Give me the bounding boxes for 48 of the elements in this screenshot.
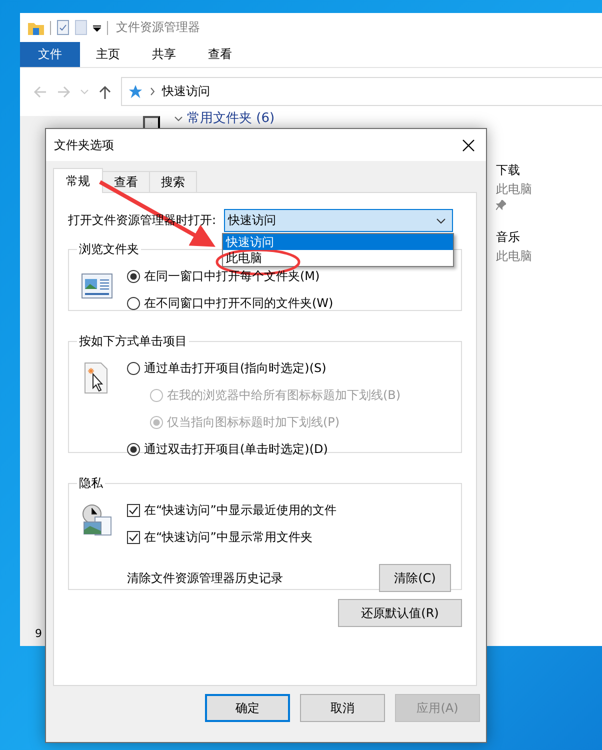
checkbox-icon[interactable]	[127, 531, 140, 544]
address-bar[interactable]: 快速访问	[121, 77, 602, 106]
radio-icon[interactable]	[127, 270, 140, 283]
tab[interactable]: 搜索	[149, 171, 197, 192]
checkbox-icon[interactable]	[127, 504, 140, 517]
ribbon-tab[interactable]: 共享	[136, 42, 192, 67]
chevron-down-icon[interactable]	[436, 218, 446, 224]
ribbon-tab[interactable]: 文件	[20, 42, 80, 67]
dialog-title: 文件夹选项	[54, 136, 114, 154]
dropdown-option[interactable]: 此电脑	[223, 250, 453, 266]
apply-button: 应用(A)	[395, 694, 480, 722]
clock-document-icon	[81, 504, 113, 536]
chevron-right-icon	[149, 87, 156, 96]
checked-document-icon[interactable]	[57, 20, 69, 35]
ribbon-tab[interactable]: 主页	[80, 42, 136, 67]
radio-option[interactable]: 通过双击打开项目(单击时选定)(D)	[127, 441, 451, 458]
radio-icon[interactable]	[127, 362, 140, 375]
radio-icon[interactable]	[127, 443, 140, 456]
dropdown-option[interactable]: 快速访问	[223, 234, 453, 250]
dialog-button[interactable]: 取消	[300, 694, 385, 722]
radio-icon[interactable]	[127, 297, 140, 310]
clear-button[interactable]: 清除(C)	[379, 564, 451, 592]
radio-option[interactable]: 在不同窗口中打开不同的文件夹(W)	[127, 295, 451, 312]
group-title: 隐私	[78, 475, 104, 492]
window-title: 文件资源管理器	[116, 19, 200, 36]
dropdown-icon[interactable]	[93, 24, 101, 32]
up-arrow-icon[interactable]	[97, 84, 113, 100]
restore-defaults-button[interactable]: 还原默认值(R)	[338, 599, 462, 627]
folder-location: 此电脑	[496, 181, 532, 198]
star-icon	[128, 84, 143, 99]
checkbox-option[interactable]: 在“快速访问”中显示最近使用的文件	[127, 502, 451, 519]
item-count: 9	[35, 627, 42, 640]
folder-icon[interactable]	[28, 20, 44, 34]
folder-location: 此电脑	[496, 248, 532, 265]
checkbox-option[interactable]: 在“快速访问”中显示常用文件夹	[127, 529, 451, 546]
clear-history-label: 清除文件资源管理器历史记录	[127, 570, 283, 586]
group-title: 浏览文件夹	[78, 241, 140, 258]
tab[interactable]: 常规	[53, 168, 103, 193]
folder-name[interactable]: 音乐	[496, 229, 532, 246]
folder-name[interactable]: 下载	[496, 162, 532, 179]
open-dropdown[interactable]: 快速访问	[224, 209, 454, 232]
ok-button[interactable]: 确定	[205, 694, 290, 722]
breadcrumb[interactable]: 快速访问	[162, 83, 210, 100]
ribbon-tab[interactable]: 查看	[192, 42, 248, 67]
chevron-down-icon[interactable]	[174, 114, 183, 122]
group-title: 按如下方式单击项目	[78, 333, 188, 350]
section-header[interactable]: 常用文件夹 (6)	[187, 109, 275, 127]
radio-option[interactable]: 通过单击打开项目(指向时选定)(S)	[127, 360, 451, 377]
